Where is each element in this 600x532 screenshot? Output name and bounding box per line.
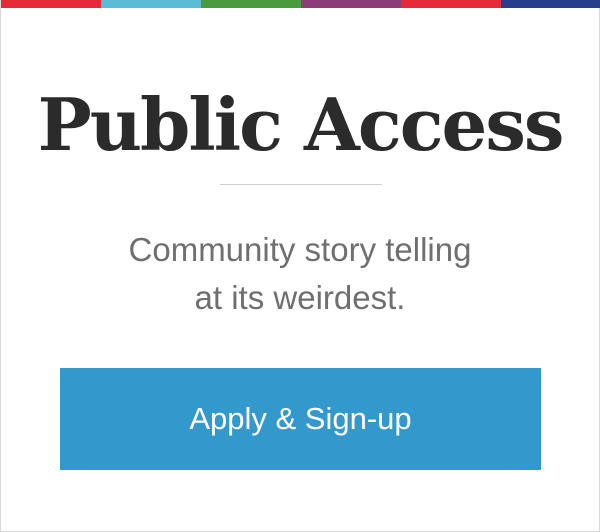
tagline-line-2: at its weirdest. (194, 279, 406, 316)
stripe-purple (301, 0, 401, 8)
color-stripe-bar (1, 0, 600, 8)
page-title: Public Access (37, 82, 565, 167)
tagline: Community story telling at its weirdest. (1, 226, 599, 322)
promo-card: Public Access Community story telling at… (0, 0, 600, 532)
stripe-navy (501, 0, 600, 8)
stripe-red-2 (401, 0, 501, 8)
stripe-red (1, 0, 101, 8)
title-divider (220, 184, 382, 185)
apply-signup-button[interactable]: Apply & Sign-up (60, 368, 541, 470)
tagline-line-1: Community story telling (128, 231, 472, 268)
stripe-green (201, 0, 301, 8)
stripe-light-blue (101, 0, 201, 8)
